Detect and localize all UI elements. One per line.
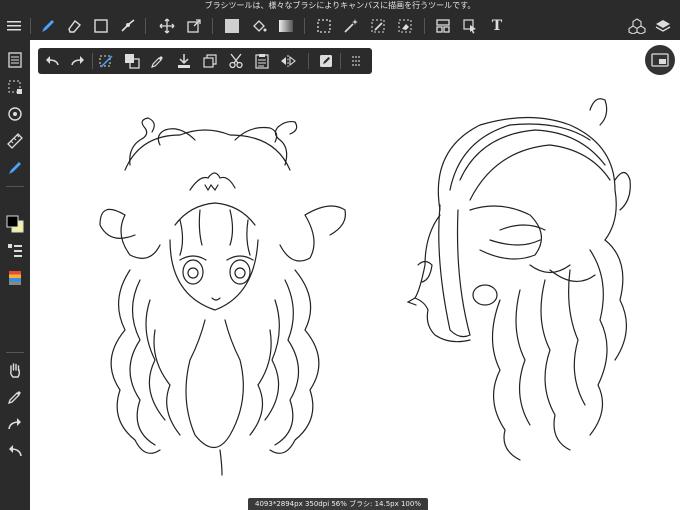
layers-icon[interactable] bbox=[651, 14, 675, 38]
select-pen-icon[interactable] bbox=[366, 14, 390, 38]
gradient-tool-icon[interactable] bbox=[274, 14, 298, 38]
navigator-button[interactable] bbox=[645, 45, 675, 75]
eyedropper-icon[interactable] bbox=[3, 385, 27, 409]
select-rect-icon[interactable] bbox=[89, 14, 113, 38]
sketch-artwork bbox=[99, 98, 631, 476]
edit-icon[interactable] bbox=[314, 49, 338, 73]
hamburger-menu-icon[interactable] bbox=[2, 14, 26, 38]
palette-icon[interactable] bbox=[3, 266, 27, 290]
color-swatch-icon[interactable] bbox=[3, 212, 27, 236]
eyedropper-icon[interactable] bbox=[146, 49, 170, 73]
paste-icon[interactable] bbox=[250, 49, 274, 73]
drawing-canvas[interactable] bbox=[30, 40, 680, 510]
magic-wand-icon[interactable] bbox=[339, 14, 363, 38]
selection-icon[interactable] bbox=[3, 75, 27, 99]
select-eraser-icon[interactable] bbox=[393, 14, 417, 38]
frame-divide-icon[interactable] bbox=[431, 14, 455, 38]
transform-tool-icon[interactable] bbox=[182, 14, 206, 38]
select-arrow-icon[interactable] bbox=[458, 14, 482, 38]
text-tool-icon[interactable]: T bbox=[485, 14, 509, 38]
tool-hint-text: ブラシツールは、様々なブラシによりキャンバスに描画を行うツールです。 bbox=[204, 1, 476, 10]
eraser-tool-icon[interactable] bbox=[62, 14, 86, 38]
move-tool-icon[interactable] bbox=[155, 14, 179, 38]
deselect-icon[interactable] bbox=[94, 49, 118, 73]
duplicate-icon[interactable] bbox=[198, 49, 222, 73]
redo-icon[interactable] bbox=[3, 412, 27, 436]
page-list-icon[interactable] bbox=[3, 48, 27, 72]
hand-icon[interactable] bbox=[3, 358, 27, 382]
cut-icon[interactable] bbox=[224, 49, 248, 73]
flip-horizontal-icon[interactable] bbox=[276, 49, 300, 73]
save-download-icon[interactable] bbox=[172, 49, 196, 73]
edit-toolbar bbox=[38, 48, 372, 74]
bucket-tool-icon[interactable] bbox=[247, 14, 271, 38]
copy-paste-icon[interactable] bbox=[120, 49, 144, 73]
top-toolbar: ブラシツールは、様々なブラシによりキャンバスに描画を行うツールです。 T bbox=[0, 0, 680, 40]
ruler-icon[interactable] bbox=[3, 129, 27, 153]
navigator-icon bbox=[651, 53, 669, 67]
left-sidebar bbox=[0, 40, 30, 510]
brush-tool-icon[interactable] bbox=[36, 14, 60, 38]
smudge-tool-icon[interactable] bbox=[116, 14, 140, 38]
undo-icon[interactable] bbox=[3, 439, 27, 463]
marquee-select-icon[interactable] bbox=[312, 14, 336, 38]
3d-material-icon[interactable] bbox=[625, 14, 649, 38]
brush-active-icon[interactable] bbox=[3, 156, 27, 180]
rotate-icon[interactable] bbox=[3, 102, 27, 126]
grip-icon[interactable] bbox=[344, 49, 368, 73]
fill-color-swatch-icon[interactable] bbox=[220, 14, 244, 38]
undo-icon[interactable] bbox=[40, 49, 64, 73]
layer-list-icon[interactable] bbox=[3, 239, 27, 263]
canvas-status-bar: 4093*2894px 350dpi 56% ブラシ: 14.5px 100% bbox=[248, 498, 428, 510]
redo-icon[interactable] bbox=[66, 49, 90, 73]
